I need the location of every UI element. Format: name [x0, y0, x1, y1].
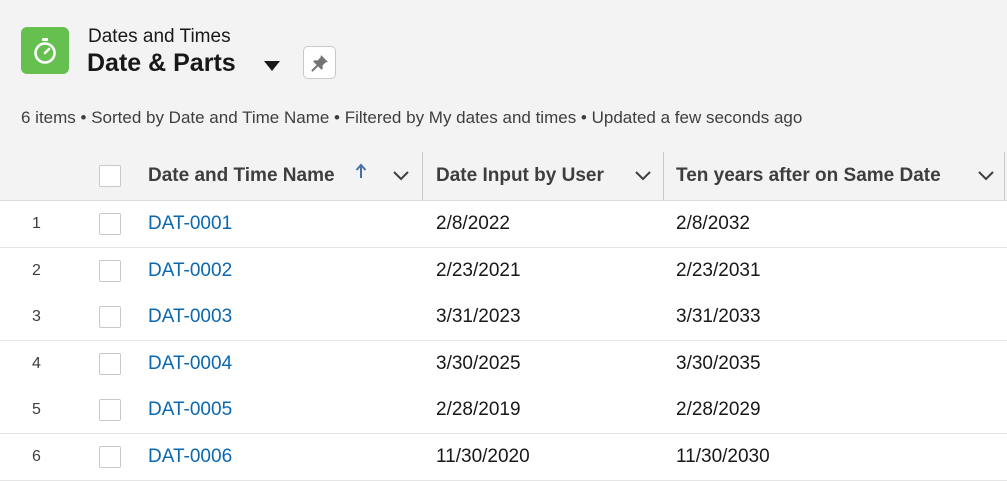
table-header: Date and Time Name Date Input by User Te… — [0, 152, 1007, 201]
record-link[interactable]: DAT-0005 — [148, 399, 232, 421]
table-row: 4 DAT-0004 3/30/2025 3/30/2035 — [0, 341, 1007, 388]
record-link[interactable]: DAT-0003 — [148, 306, 232, 328]
column-header-label: Date Input by User — [436, 165, 604, 186]
column-header-date-input[interactable]: Date Input by User — [436, 152, 604, 200]
ten-years-cell: 3/31/2033 — [676, 306, 761, 327]
row-number: 1 — [32, 215, 41, 232]
column-header-name[interactable]: Date and Time Name — [148, 152, 335, 200]
date-input-cell: 3/31/2023 — [436, 306, 521, 327]
row-number: 6 — [32, 448, 41, 465]
chevron-down-icon[interactable] — [977, 170, 995, 182]
ten-years-cell: 3/30/2035 — [676, 353, 761, 374]
row-number: 2 — [32, 262, 41, 279]
sort-ascending-icon — [355, 163, 367, 178]
column-header-label: Date and Time Name — [148, 165, 335, 186]
column-header-label: Ten years after on Same Date — [676, 165, 941, 186]
list-view-title[interactable]: Date & Parts — [87, 49, 236, 78]
pin-button[interactable] — [303, 46, 336, 79]
table-row: 2 DAT-0002 2/23/2021 2/23/2031 — [0, 248, 1007, 295]
row-number: 4 — [32, 355, 41, 372]
record-link[interactable]: DAT-0006 — [148, 446, 232, 468]
pin-icon — [311, 54, 328, 71]
ten-years-cell: 2/23/2031 — [676, 260, 761, 281]
date-input-cell: 2/28/2019 — [436, 399, 521, 420]
record-link[interactable]: DAT-0004 — [148, 353, 232, 375]
row-checkbox[interactable] — [99, 399, 121, 421]
table-row: 6 DAT-0006 11/30/2020 11/30/2030 — [0, 434, 1007, 481]
stopwatch-icon — [21, 27, 69, 74]
table-row: 3 DAT-0003 3/31/2023 3/31/2033 — [0, 294, 1007, 341]
chevron-down-icon[interactable] — [392, 170, 410, 182]
row-checkbox[interactable] — [99, 446, 121, 468]
table-row: 5 DAT-0005 2/28/2019 2/28/2029 — [0, 387, 1007, 434]
column-divider[interactable] — [1004, 152, 1005, 200]
record-link[interactable]: DAT-0001 — [148, 213, 232, 235]
table-row: 1 DAT-0001 2/8/2022 2/8/2032 — [0, 201, 1007, 248]
column-header-ten-years[interactable]: Ten years after on Same Date — [676, 152, 941, 200]
date-input-cell: 3/30/2025 — [436, 353, 521, 374]
row-checkbox[interactable] — [99, 306, 121, 328]
row-checkbox[interactable] — [99, 213, 121, 235]
row-number: 5 — [32, 401, 41, 418]
caret-down-icon[interactable] — [262, 59, 282, 73]
date-input-cell: 11/30/2020 — [436, 446, 530, 467]
chevron-down-icon[interactable] — [634, 170, 652, 182]
date-input-cell: 2/23/2021 — [436, 260, 521, 281]
row-number: 3 — [32, 308, 41, 325]
object-label: Dates and Times — [88, 26, 231, 47]
column-divider[interactable] — [663, 152, 664, 200]
select-all-checkbox[interactable] — [99, 165, 121, 187]
ten-years-cell: 2/8/2032 — [676, 213, 750, 234]
date-input-cell: 2/8/2022 — [436, 213, 510, 234]
list-view-meta: 6 items • Sorted by Date and Time Name •… — [21, 108, 803, 127]
row-checkbox[interactable] — [99, 260, 121, 282]
column-divider[interactable] — [422, 152, 423, 200]
ten-years-cell: 2/28/2029 — [676, 399, 761, 420]
ten-years-cell: 11/30/2030 — [676, 446, 770, 467]
list-view-header: Dates and Times Date & Parts 6 items • S… — [0, 0, 1007, 153]
row-checkbox[interactable] — [99, 353, 121, 375]
record-link[interactable]: DAT-0002 — [148, 260, 232, 282]
